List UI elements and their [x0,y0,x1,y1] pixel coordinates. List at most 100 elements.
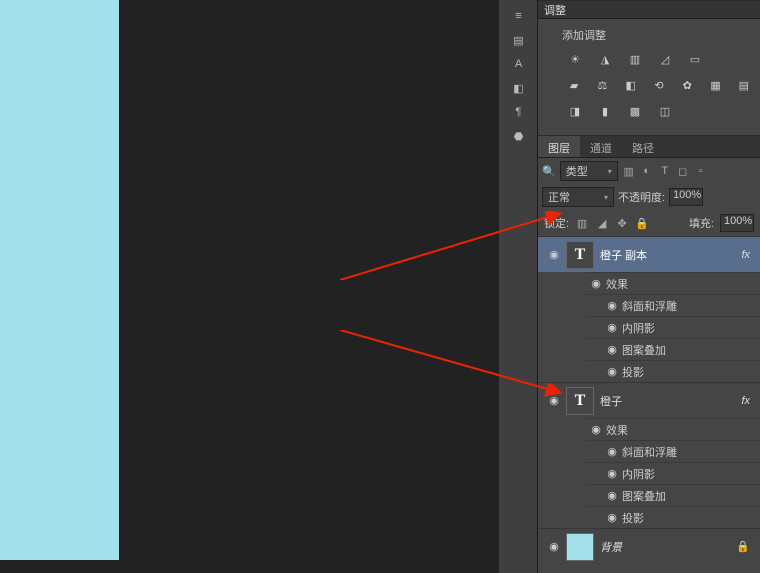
workspace-bg [119,0,499,573]
visibility-icon[interactable]: ◉ [586,277,606,290]
drop-icon[interactable]: ▰ [566,77,582,93]
bw-icon[interactable]: ◧ [623,77,639,93]
layer-effects-list: ◉ 效果 ◉斜面和浮雕 ◉内阴影 ◉图案叠加 ◉投影 [538,418,760,528]
visibility-icon[interactable]: ◉ [586,423,606,436]
visibility-icon[interactable]: ◉ [602,511,622,524]
tab-layers[interactable]: 图层 [538,136,580,157]
swap-icon[interactable]: ⟲ [651,77,667,93]
effects-label: 效果 [606,422,628,438]
effect-name: 内阴影 [622,466,655,482]
tool-sliders-icon[interactable]: ≡ [499,4,538,28]
effect-item[interactable]: ◉内阴影 [586,316,760,338]
layer-name: 橙子 副本 [600,247,741,263]
swatch-icon[interactable]: ▤ [736,77,752,93]
adjustments-title: 添加调整 [562,27,752,43]
gradient-icon[interactable]: ▮ [596,103,614,119]
effect-item[interactable]: ◉斜面和浮雕 [586,440,760,462]
effect-name: 内阴影 [622,320,655,336]
filter-type-label: 类型 [566,163,588,179]
lock-position-icon[interactable]: ◢ [595,216,609,230]
filter-type-icon[interactable]: T [658,164,672,178]
visibility-icon[interactable]: ◉ [602,365,622,378]
annotation-arrow [340,210,570,280]
effects-label: 效果 [606,276,628,292]
filter-smart-icon[interactable]: ▫ [694,164,708,178]
tool-3d-icon[interactable]: ⬣ [499,124,538,148]
tab-channels[interactable]: 通道 [580,136,622,157]
blend-mode-value: 正常 [548,189,570,205]
tool-type-icon[interactable]: A [499,52,538,76]
effect-item[interactable]: ◉图案叠加 [586,484,760,506]
effect-item[interactable]: ◉投影 [586,506,760,528]
layer-row[interactable]: ◉ T 橙子 副本 fx [538,236,760,272]
tool-brush-icon[interactable]: ▤ [499,28,538,52]
diag-icon[interactable]: ◿ [656,51,674,67]
visibility-icon[interactable]: ◉ [602,343,622,356]
adjustments-collapse[interactable]: 调整 [538,1,760,19]
annotation-arrow [340,330,570,400]
fill-input[interactable]: 100% [720,214,754,232]
effect-item[interactable]: ◉图案叠加 [586,338,760,360]
filter-shape-icon[interactable]: ◻ [676,164,690,178]
opacity-input[interactable]: 100% [669,188,703,206]
effect-name: 图案叠加 [622,488,666,504]
filter-pixel-icon[interactable]: ▥ [622,164,636,178]
layers-list: ◉ T 橙子 副本 fx ◉ 效果 ◉斜面和浮雕 ◉内阴影 ◉图案叠加 ◉投影 … [538,236,760,564]
adjustments-row-3: ◨ ▮ ▩ ◫ [562,103,752,119]
blend-mode-select[interactable]: 正常 ▾ [542,187,614,207]
effects-header[interactable]: ◉ 效果 [586,418,760,440]
layer-fx-indicator[interactable]: fx [741,249,756,261]
opacity-label: 不透明度: [618,189,665,205]
effect-item[interactable]: ◉内阴影 [586,462,760,484]
globe-icon[interactable]: ✿ [679,77,695,93]
effect-name: 斜面和浮雕 [622,444,677,460]
layer-thumbnail-type: T [566,241,594,269]
lock-row: 锁定: ▥ ◢ ✥ 🔒 填充: 100% [538,210,760,236]
layer-name: 背景 [600,539,736,555]
effects-header[interactable]: ◉ 效果 [586,272,760,294]
effect-item[interactable]: ◉投影 [586,360,760,382]
visibility-icon[interactable]: ◉ [602,321,622,334]
split-icon[interactable]: ◨ [566,103,584,119]
effect-name: 斜面和浮雕 [622,298,677,314]
visibility-icon[interactable]: ◉ [602,467,622,480]
grid-icon[interactable]: ▦ [707,77,723,93]
layer-row[interactable]: ◉ T 橙子 fx [538,382,760,418]
panel-tabs: 图层 通道 路径 [538,136,760,158]
adjustments-row-1: ☀ ◮ ▥ ◿ ▭ [562,51,752,67]
card-icon[interactable]: ▭ [686,51,704,67]
histogram-icon[interactable]: ▥ [626,51,644,67]
right-toolstrip: ≡ ▤ A ◧ ¶ ⬣ [499,0,538,573]
chevron-down-icon: ▾ [604,193,608,202]
balance-icon[interactable]: ⚖ [594,77,610,93]
sun-icon[interactable]: ☀ [566,51,584,67]
layer-row[interactable]: ◉ 背景 🔒 [538,528,760,564]
tab-paths[interactable]: 路径 [622,136,664,157]
lock-move-icon[interactable]: ✥ [615,216,629,230]
layers-panel: 图层 通道 路径 🔍 类型 ▾ ▥ ◐ T ◻ ▫ 正常 ▾ 不透明度: 100… [538,135,760,564]
filter-type-select[interactable]: 类型 ▾ [560,161,618,181]
blend-row: 正常 ▾ 不透明度: 100% [538,184,760,210]
levels-icon[interactable]: ◫ [656,103,674,119]
pattern-icon[interactable]: ▩ [626,103,644,119]
visibility-icon[interactable]: ◉ [542,540,566,553]
filter-row: 🔍 类型 ▾ ▥ ◐ T ◻ ▫ [538,158,760,184]
tool-style-icon[interactable]: ◧ [499,76,538,100]
effect-item[interactable]: ◉斜面和浮雕 [586,294,760,316]
filter-adjust-icon[interactable]: ◐ [640,164,654,178]
layer-name: 橙子 [600,393,741,409]
right-panels: 调整 添加调整 ☀ ◮ ▥ ◿ ▭ ▰ ⚖ ◧ ⟲ ✿ ▦ ▤ ◨ ▮ [538,0,760,573]
effect-name: 投影 [622,510,644,526]
lock-icon: 🔒 [736,540,756,553]
layer-fx-indicator[interactable]: fx [741,395,756,407]
adjustments-panel: 调整 添加调整 ☀ ◮ ▥ ◿ ▭ ▰ ⚖ ◧ ⟲ ✿ ▦ ▤ ◨ ▮ [538,0,760,135]
visibility-icon[interactable]: ◉ [602,445,622,458]
lock-pixels-icon[interactable]: ▥ [575,216,589,230]
tool-paragraph-icon[interactable]: ¶ [499,100,538,124]
visibility-icon[interactable]: ◉ [602,299,622,312]
mountain-icon[interactable]: ◮ [596,51,614,67]
filter-search-icon: 🔍 [542,165,556,178]
lock-all-icon[interactable]: 🔒 [635,216,649,230]
visibility-icon[interactable]: ◉ [602,489,622,502]
effect-name: 投影 [622,364,644,380]
